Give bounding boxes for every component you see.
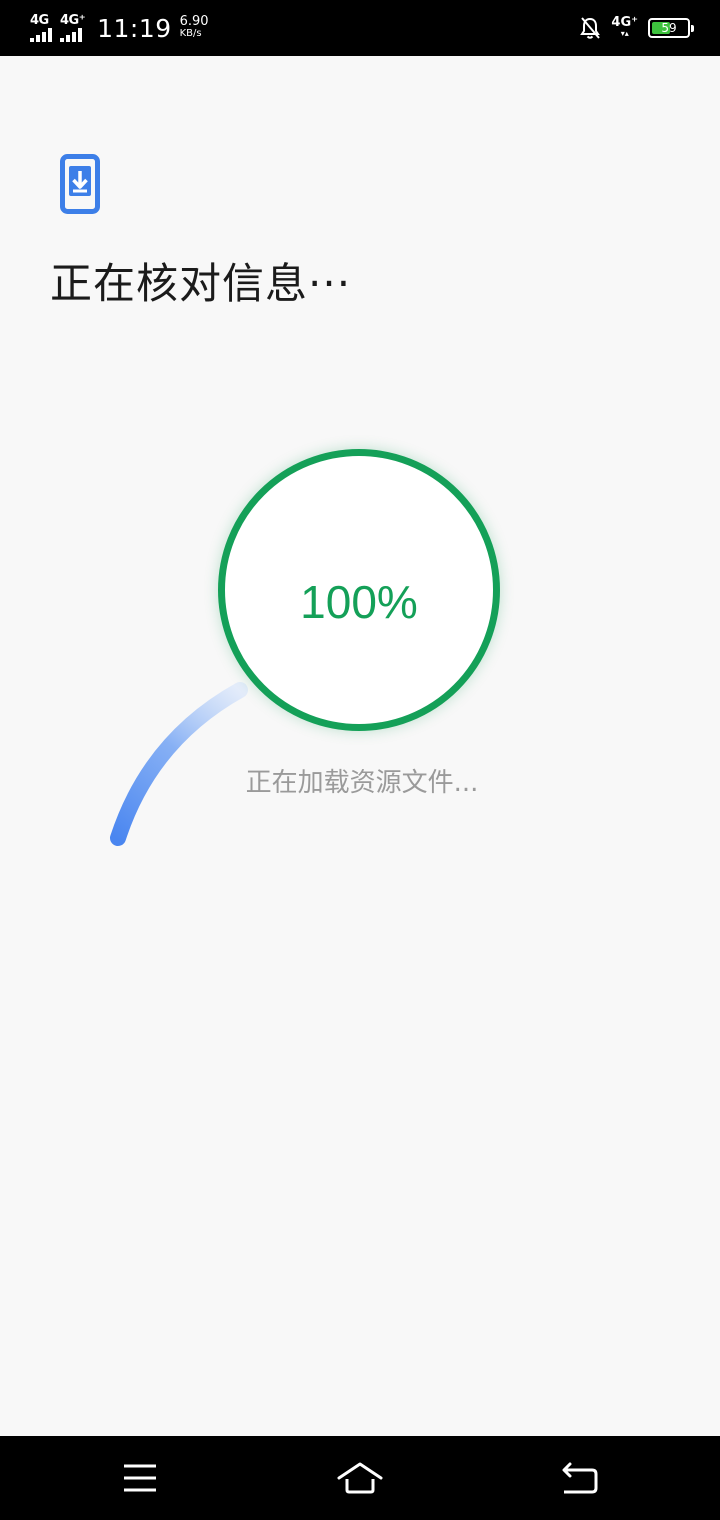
progress-percent: 100% [300, 576, 418, 628]
navigation-bar [0, 1436, 720, 1520]
data-arrows-icon: ▾▴ [620, 29, 629, 38]
sim-data-indicator: 4G⁺ ▾▴ [611, 15, 638, 39]
network-speed-value: 6.90 [179, 14, 209, 29]
loading-status-text: 正在加载资源文件... [245, 768, 479, 798]
sim2-label: 4G⁺ [60, 13, 86, 28]
back-icon[interactable] [556, 1456, 604, 1500]
mute-bell-icon [580, 17, 601, 39]
status-bar-left: 4G 4G⁺ 11:19 6.90 KB/s [30, 0, 209, 56]
screen: 4G 4G⁺ 11:19 6.90 KB/s 4G⁺ ▾▴ 59 正在核对信息·… [0, 0, 720, 1520]
menu-icon[interactable] [116, 1456, 164, 1500]
clock: 11:19 [97, 13, 172, 43]
signal-icon [60, 28, 82, 42]
signal-icon [30, 28, 52, 42]
sim-right-label: 4G⁺ [611, 15, 638, 30]
battery-icon: 59 [648, 18, 694, 38]
sim1-signal: 4G [30, 14, 52, 42]
sim1-label: 4G [30, 13, 49, 28]
status-bar-right: 4G⁺ ▾▴ 59 [579, 0, 694, 56]
network-speed-unit: KB/s [179, 28, 202, 39]
sim2-signal: 4G⁺ [60, 13, 86, 42]
status-bar: 4G 4G⁺ 11:19 6.90 KB/s 4G⁺ ▾▴ 59 [0, 0, 720, 56]
battery-level: 59 [661, 21, 677, 35]
network-speed: 6.90 KB/s [179, 14, 209, 40]
phone-download-icon [60, 154, 100, 214]
home-icon[interactable] [336, 1456, 384, 1500]
page-title: 正在核对信息··· [50, 259, 352, 308]
